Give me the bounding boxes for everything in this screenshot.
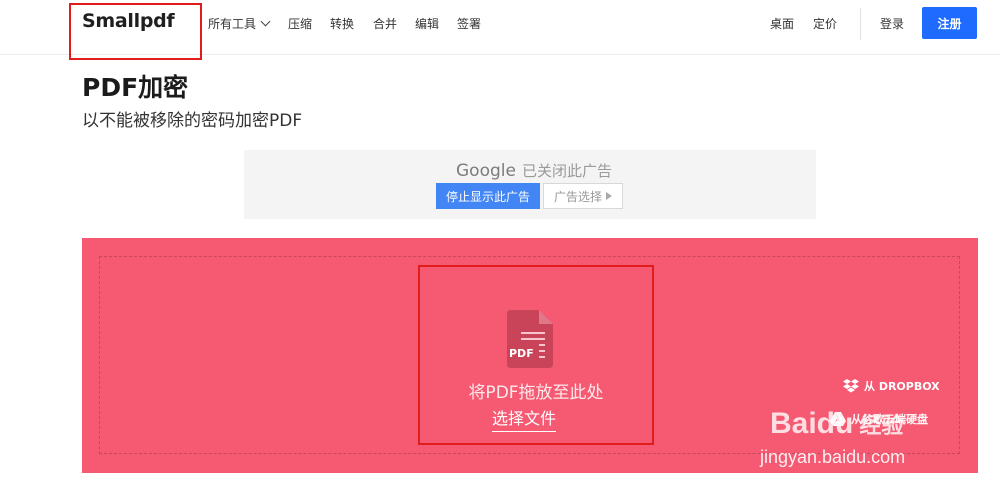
nav-convert[interactable]: 转换 — [330, 15, 354, 32]
ad-closed-text: 已关闭此广告 — [521, 162, 612, 180]
nav-all-tools-label: 所有工具 — [208, 17, 257, 31]
nav-compress[interactable]: 压缩 — [288, 15, 312, 32]
stop-ad-button[interactable]: 停止显示此广告 — [436, 183, 540, 209]
page-subtitle: 以不能被移除的密码加密PDF — [82, 111, 303, 131]
adchoices-icon — [606, 192, 612, 200]
ad-closed-notice: Google 已关闭此广告 — [456, 160, 612, 181]
chevron-down-icon — [260, 16, 271, 27]
signup-button[interactable]: 注册 — [922, 7, 977, 39]
watermark-logo-cn: 经验 — [859, 413, 904, 438]
page-title: PDF加密 — [82, 73, 189, 102]
nav-merge[interactable]: 合并 — [373, 15, 397, 32]
dropbox-icon — [843, 379, 859, 393]
logo-highlight-box — [69, 3, 202, 60]
ad-choices-button[interactable]: 广告选择 — [543, 183, 623, 209]
pdf-file-icon: PDF — [507, 310, 553, 368]
ad-choices-label: 广告选择 — [553, 189, 602, 204]
baidu-jingyan-watermark: Baidu 经验 — [770, 407, 903, 441]
pdf-badge-text: PDF — [509, 347, 534, 360]
nav-pricing[interactable]: 定价 — [813, 15, 837, 32]
drag-drop-instruction: 将PDF拖放至此处 — [468, 383, 604, 403]
header-divider — [860, 8, 861, 40]
login-link[interactable]: 登录 — [880, 15, 904, 32]
nav-edit[interactable]: 编辑 — [415, 15, 439, 32]
nav-desktop[interactable]: 桌面 — [770, 15, 794, 32]
watermark-logo-text: Baidu — [770, 407, 854, 440]
nav-sign[interactable]: 签署 — [457, 15, 481, 32]
google-wordmark: Google — [456, 161, 516, 181]
nav-all-tools[interactable]: 所有工具 — [208, 15, 271, 32]
choose-file-button[interactable]: 选择文件 — [492, 405, 557, 432]
from-dropbox-label: 从 DROPBOX — [864, 380, 940, 393]
from-dropbox-button[interactable]: 从 DROPBOX — [843, 378, 940, 394]
watermark-url: jingyan.baidu.com — [760, 447, 906, 467]
